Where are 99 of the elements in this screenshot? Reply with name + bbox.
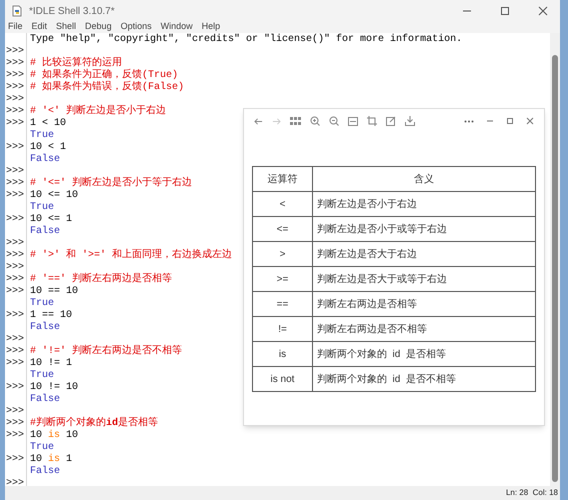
- column-header: 运算符: [252, 166, 312, 192]
- shell-prompt: >>>: [6, 346, 24, 357]
- shell-prompt: >>>: [6, 310, 24, 321]
- code-line: 10 is 1: [29, 454, 72, 466]
- shell-prompt: >>>: [6, 166, 24, 177]
- shell-prompt: >>>: [6, 286, 24, 297]
- code-line: 1 < 10: [30, 118, 66, 129]
- more-icon[interactable]: [464, 120, 474, 122]
- code-line: 10 != 1: [30, 358, 72, 369]
- output-text: False: [30, 226, 60, 237]
- table-cell: 判断左边是否大于右边: [312, 242, 536, 266]
- shell-prompt: >>>: [6, 178, 24, 189]
- table-cell: 判断左右两边是否不相等: [312, 316, 536, 342]
- menu-item[interactable]: Options: [120, 20, 152, 34]
- code-comment: # 比较运算符的运用: [30, 58, 122, 69]
- code-comment: # '<' 判断左边是否小于右边: [30, 106, 166, 117]
- table-cell: >: [252, 242, 312, 266]
- shell-prompt: >>>: [6, 142, 24, 153]
- shell-prompt: >>>: [6, 70, 24, 81]
- shell-prompt: >>>: [6, 46, 24, 57]
- code-comment: # 如果条件为错误，反馈(False): [30, 82, 184, 93]
- shell-prompt: >>>: [6, 190, 24, 201]
- crop-icon[interactable]: [367, 116, 377, 126]
- output-text: False: [30, 394, 60, 405]
- table-cell: is not: [252, 366, 312, 392]
- zoom-out-icon[interactable]: [329, 116, 339, 126]
- table-cell: 判断左边是否小于右边: [312, 192, 536, 216]
- table-cell: !=: [252, 316, 312, 342]
- zoom-in-icon[interactable]: [310, 116, 320, 126]
- shell-prompt: >>>: [6, 334, 24, 345]
- code-line: 1 == 10: [30, 310, 72, 321]
- shell-prompt: >>>: [6, 238, 24, 249]
- download-icon[interactable]: [405, 116, 415, 126]
- output-text: True: [30, 202, 54, 213]
- code-comment: # 如果条件为正确，反馈(True): [30, 70, 178, 81]
- grid-icon[interactable]: [290, 116, 301, 126]
- close-icon[interactable]: [538, 6, 548, 16]
- table-cell: 判断左右两边是否相等: [312, 292, 536, 316]
- code-line: 10 < 1: [30, 142, 66, 153]
- edit-icon[interactable]: [386, 116, 396, 126]
- code-comment: #判断两个对象的id是否相等: [30, 418, 158, 429]
- python-file-icon: [11, 5, 23, 17]
- cursor-position: Ln: 28 Col: 18: [506, 487, 558, 499]
- code-comment: # '<=' 判断左边是否小于等于右边: [30, 178, 192, 189]
- table-cell: 判断两个对象的 id 是否不相等: [312, 366, 536, 392]
- shell-prompt: >>>: [6, 214, 24, 225]
- menu-item[interactable]: Shell: [56, 20, 76, 34]
- maximize-icon[interactable]: [506, 117, 514, 125]
- shell-prompt: >>>: [6, 262, 24, 273]
- code-line: 10 <= 10: [30, 190, 78, 201]
- fit-screen-icon[interactable]: [348, 116, 358, 126]
- table-cell: 判断左边是否小于或等于右边: [312, 216, 536, 242]
- code-line: 10 <= 1: [30, 214, 72, 225]
- shell-prompt: >>>: [6, 406, 24, 417]
- shell-prompt: >>>: [6, 358, 24, 369]
- back-arrow-icon[interactable]: [254, 116, 263, 126]
- code-line: Type "help", "copyright", "credits" or "license()" for more information.: [30, 34, 462, 45]
- table-cell: 判断左边是否大于或等于右边: [312, 266, 536, 292]
- shell-prompt: >>>: [6, 118, 24, 129]
- code-line: 10 is 10: [29, 430, 78, 442]
- output-text: True: [30, 370, 54, 381]
- table-cell: <=: [252, 216, 312, 242]
- shell-prompt: >>>: [6, 94, 24, 105]
- shell-prompt: >>>: [6, 430, 24, 441]
- shell-prompt: >>>: [6, 82, 24, 93]
- table-cell: 判断两个对象的 id 是否相等: [312, 342, 536, 366]
- menu-item[interactable]: Edit: [32, 20, 48, 34]
- maximize-icon[interactable]: [500, 6, 510, 16]
- shell-prompt: >>>: [6, 250, 24, 261]
- table-cell: >=: [252, 266, 312, 292]
- output-text: True: [30, 130, 54, 141]
- menu-item[interactable]: File: [8, 20, 23, 34]
- shell-prompt: >>>: [6, 106, 24, 117]
- shell-prompt: >>>: [6, 382, 24, 393]
- output-text: False: [30, 154, 60, 165]
- code-line: 10 == 10: [30, 286, 78, 297]
- scrollbar-thumb[interactable]: [552, 55, 558, 482]
- column-header: 含义: [312, 166, 536, 192]
- close-icon[interactable]: [526, 117, 534, 125]
- menu-item[interactable]: Window: [160, 20, 193, 34]
- table-cell: <: [252, 192, 312, 216]
- window-title: *IDLE Shell 3.10.7*: [29, 4, 115, 18]
- output-text: True: [30, 298, 54, 309]
- code-comment: # '>' 和 '>=' 和上面同理，右边换成左边: [30, 250, 232, 261]
- shell-prompt: >>>: [6, 58, 24, 69]
- shell-prompt: >>>: [6, 478, 24, 486]
- code-comment: # '!=' 判断左右两边是否不相等: [30, 346, 182, 357]
- shell-prompt: >>>: [6, 418, 24, 429]
- menu-item[interactable]: Debug: [85, 20, 112, 34]
- output-text: False: [30, 322, 60, 333]
- table-cell: ==: [252, 292, 312, 316]
- shell-prompt: >>>: [6, 274, 24, 285]
- table-cell: is: [252, 342, 312, 366]
- output-text: False: [30, 466, 60, 477]
- output-text: True: [30, 442, 54, 453]
- menu-item[interactable]: Help: [202, 20, 220, 34]
- code-comment: # '==' 判断左右两边是否相等: [30, 274, 172, 285]
- shell-prompt: >>>: [6, 454, 24, 465]
- code-line: 10 != 10: [30, 382, 78, 393]
